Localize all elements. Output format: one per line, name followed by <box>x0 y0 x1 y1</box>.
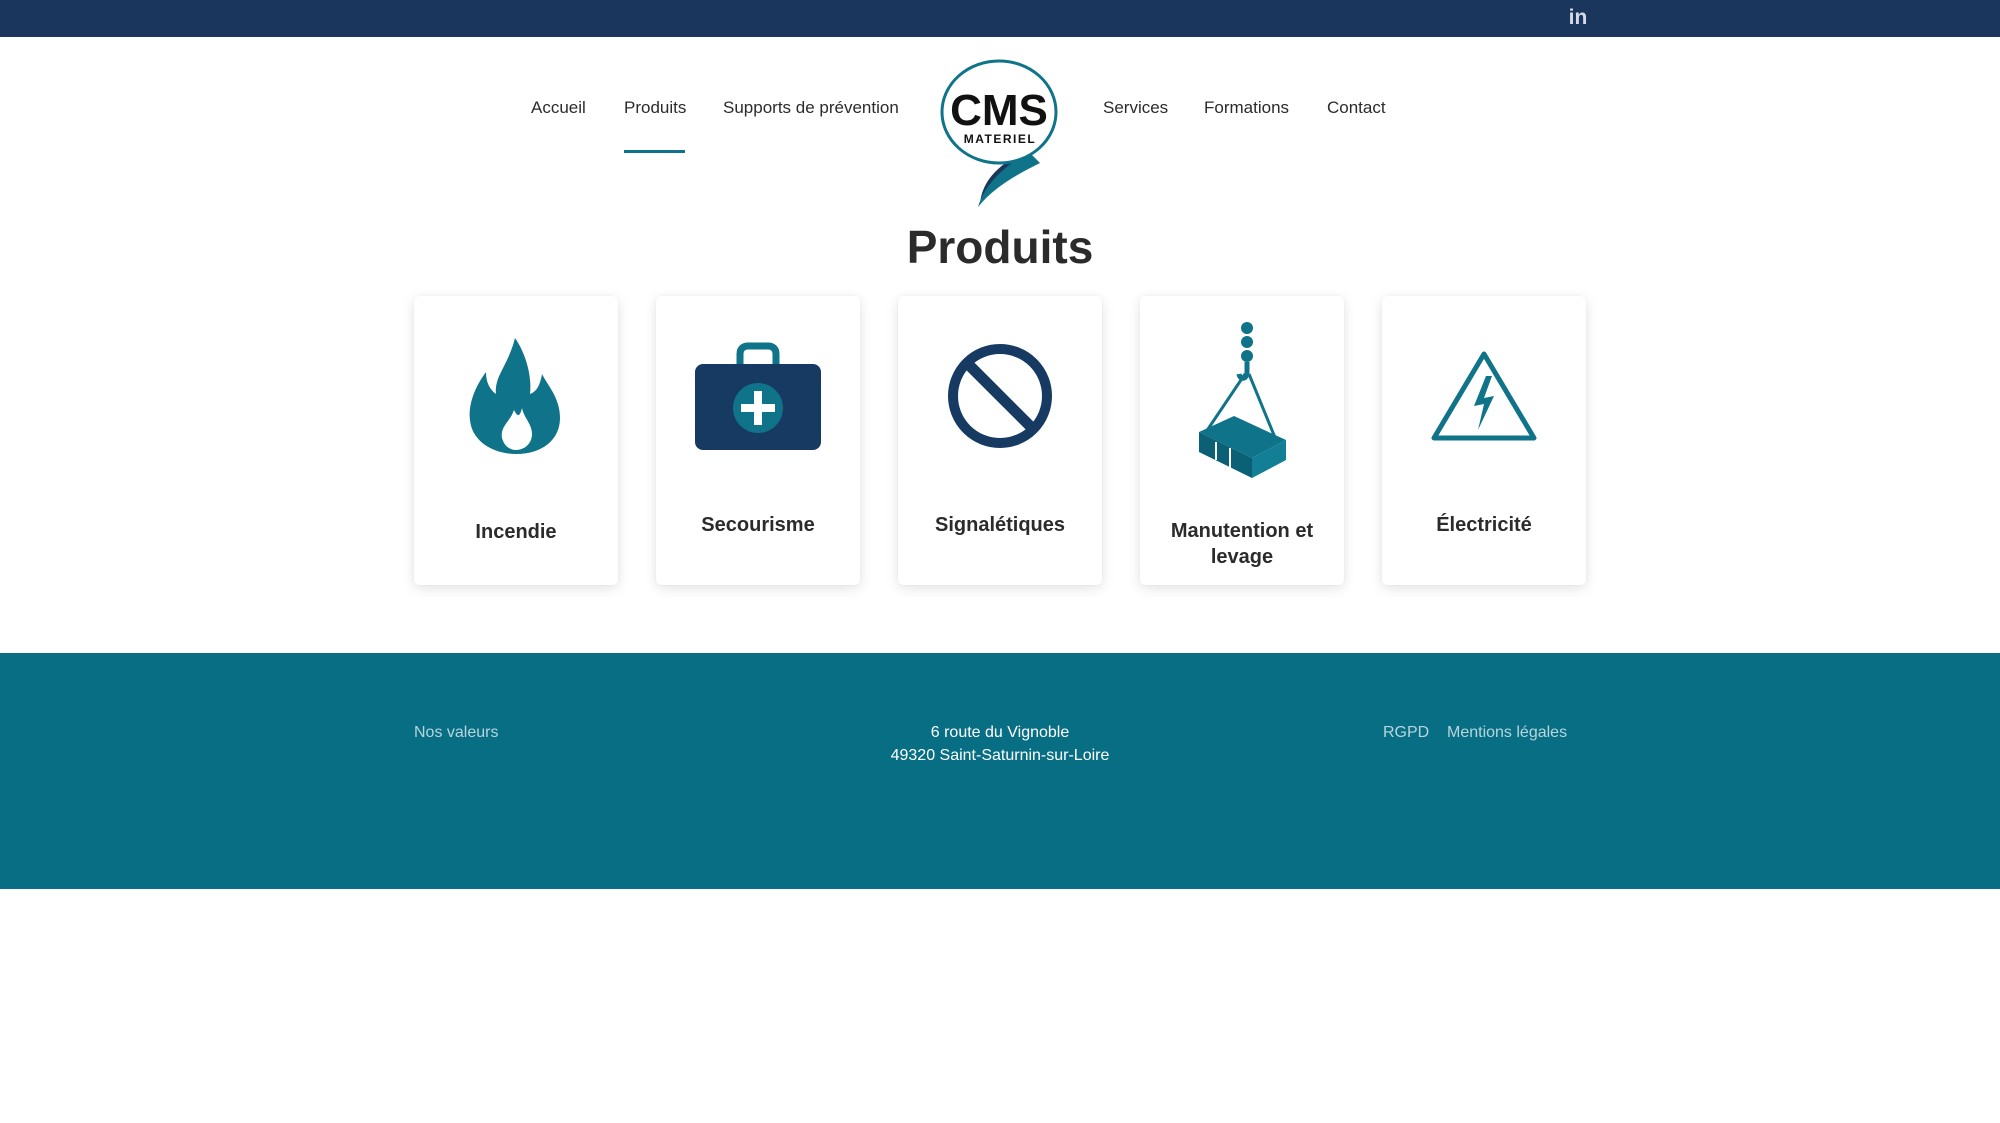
product-card-signaletiques[interactable]: Signalétiques <box>898 296 1102 585</box>
nav-active-indicator <box>624 150 685 153</box>
prohibition-sign-icon <box>948 344 1052 448</box>
top-bar: in <box>0 0 2000 37</box>
product-card-manutention-levage[interactable]: Manutention et levage <box>1140 296 1344 585</box>
flame-icon <box>469 338 560 454</box>
nav-item-services[interactable]: Services <box>1103 98 1168 118</box>
footer-link-nos-valeurs[interactable]: Nos valeurs <box>414 724 498 742</box>
footer-link-rgpd[interactable]: RGPD <box>1383 724 1429 742</box>
cms-materiel-logo[interactable]: CMS MATERIEL <box>936 55 1064 210</box>
footer-link-mentions-legales[interactable]: Mentions légales <box>1447 724 1567 742</box>
card-label: Incendie <box>475 521 557 543</box>
svg-text:MATERIEL: MATERIEL <box>964 132 1036 146</box>
card-label: Électricité <box>1436 514 1532 536</box>
svg-text:CMS: CMS <box>950 86 1048 135</box>
card-label: Secourisme <box>701 514 815 536</box>
linkedin-icon[interactable]: in <box>1565 6 1591 30</box>
nav-item-formations[interactable]: Formations <box>1204 98 1289 118</box>
nav-item-produits[interactable]: Produits <box>624 98 686 118</box>
card-label: Manutention et levage <box>1170 520 1314 568</box>
product-card-incendie[interactable]: Incendie <box>414 296 618 585</box>
crane-hook-load-icon <box>1199 322 1286 478</box>
nav-item-accueil[interactable]: Accueil <box>531 98 586 118</box>
footer-address-line2: 49320 Saint-Saturnin-sur-Loire <box>890 747 1110 764</box>
nav-item-supports-de-prevention[interactable]: Supports de prévention <box>723 98 899 118</box>
product-card-secourisme[interactable]: Secourisme <box>656 296 860 585</box>
first-aid-kit-icon <box>695 342 821 450</box>
page-title: Produits <box>906 221 1094 273</box>
footer-address-line1: 6 route du Vignoble <box>930 724 1070 741</box>
electric-hazard-icon <box>1431 351 1537 441</box>
nav-item-contact[interactable]: Contact <box>1327 98 1386 118</box>
footer: Nos valeurs 6 route du Vignoble 49320 Sa… <box>0 653 2000 889</box>
product-card-electricite[interactable]: Électricité <box>1382 296 1586 585</box>
card-label: Signalétiques <box>934 514 1066 536</box>
